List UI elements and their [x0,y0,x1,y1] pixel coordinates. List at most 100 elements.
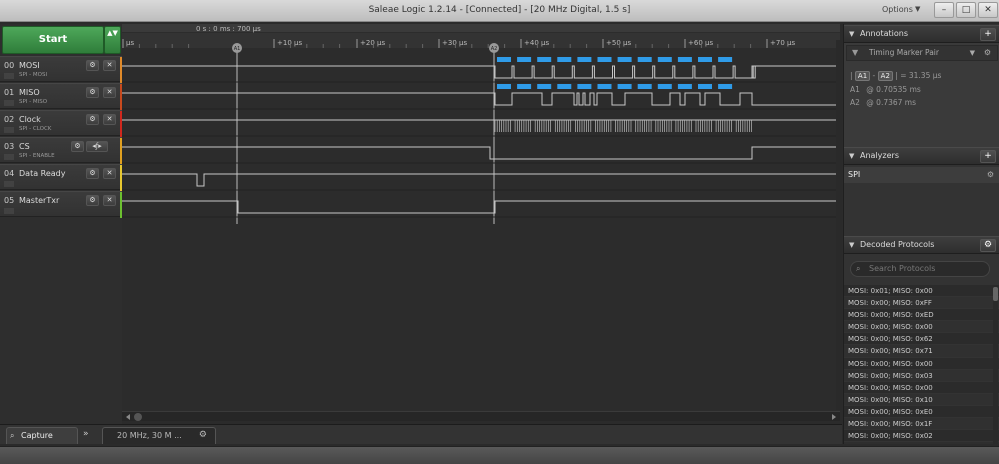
start-button[interactable]: Start [2,26,104,54]
scroll-left-icon [126,414,130,420]
decoded-row[interactable]: MOSI: 0x00; MISO: 0x00 [844,321,999,334]
drag-handle[interactable] [4,73,14,79]
decoded-row[interactable]: MOSI: 0x00; MISO: 0x03 [844,369,999,382]
channel-row[interactable]: 02 Clock SPI - CLOCK ⚙ ✕ [0,110,123,137]
drag-handle[interactable] [4,100,14,106]
decoded-row[interactable]: MOSI: 0x00; MISO: 0x10 [844,393,999,406]
chevron-down-icon[interactable]: ▼ [970,46,975,60]
channel-row[interactable]: 04 Data Ready ⚙ ✕ [0,164,123,191]
channel-number: 01 [4,88,15,97]
collapse-icon[interactable]: ▼ [849,237,854,253]
analyzer-item-spi[interactable]: SPI ⚙ [844,167,999,183]
decoded-row[interactable]: MOSI: 0x00; MISO: 0xFF [844,297,999,310]
gear-icon[interactable]: ⚙ [86,168,99,179]
vertical-scrollbar[interactable] [836,40,842,410]
gear-icon[interactable]: ⚙ [86,87,99,98]
minimize-button[interactable]: – [934,2,954,18]
delta-value: = 31.35 µs [900,71,942,80]
channel-name[interactable]: MasterTxr [19,196,59,205]
search-input[interactable]: ⌕ Search Protocols [850,261,990,277]
analyzer-label: SPI [848,170,861,179]
channel-row[interactable]: 01 MISO SPI - MISO ⚙ ✕ [0,83,123,110]
decoded-byte-marker [698,57,712,62]
decoded-byte-marker [517,57,532,62]
decoded-row[interactable]: MOSI: 0x00; MISO: 0x1F [844,418,999,431]
collapse-icon[interactable]: ▼ [849,148,854,164]
channel-subtitle: SPI - CLOCK [19,126,52,132]
decoded-row[interactable]: MOSI: 0x00; MISO: 0x71 [844,345,999,358]
channel-row[interactable]: 05 MasterTxr ⚙ ✕ [0,191,123,218]
trigger-icon[interactable]: ◂ƒ▸ [86,141,108,152]
decoded-row[interactable]: MOSI: 0x00; MISO: 0x62 [844,333,999,346]
annotations-header[interactable]: ▼ Annotations + [844,25,999,43]
channel-name[interactable]: CS [19,142,30,151]
channel-number: 05 [4,196,15,205]
tab-session[interactable]: 20 MHz, 30 M ... ⚙ [102,427,216,444]
gear-icon[interactable]: ⚙ [71,141,84,152]
drag-handle[interactable] [4,208,14,214]
decoded-byte-marker [597,57,612,62]
collapse-icon[interactable]: ▼ [849,26,854,42]
waveform-canvas[interactable]: 0 s : 0 ms : 700 µs µs +10 µs +20 µs +30 µs +… [122,24,840,412]
channel-row[interactable]: 03 CS SPI - ENABLE ⚙ ◂ƒ▸ [0,137,123,164]
decoded-byte-marker [557,57,572,62]
decoded-scrollbar[interactable] [993,285,998,444]
close-button[interactable]: ✕ [978,2,998,18]
timing-marker-pair[interactable]: ▼ Timing Marker Pair ▼ ⚙ [846,45,998,61]
drag-handle[interactable] [4,154,14,160]
decoded-row[interactable]: MOSI: 0x00; MISO: 0x02 [844,430,999,443]
more-tabs-button[interactable]: » [83,429,89,439]
close-icon[interactable]: ✕ [103,168,116,179]
waveform-area[interactable]: 0 s : 0 ms : 700 µs µs +10 µs +20 µs +30 µs +… [122,24,840,412]
decoded-byte-marker [537,84,552,89]
analyzers-header[interactable]: ▼ Analyzers + [844,147,999,165]
add-analyzer-button[interactable]: + [980,150,996,163]
decoded-byte-marker [577,57,592,62]
gear-icon[interactable]: ⚙ [984,46,991,60]
start-options-arrows[interactable]: ▲▼ [104,26,121,54]
tick-label: +70 µs [770,39,795,47]
gear-icon[interactable]: ⚙ [86,195,99,206]
search-placeholder: Search Protocols [869,264,936,273]
marker-a2-tag[interactable]: A2 [877,71,893,81]
gear-icon[interactable]: ⚙ [980,239,996,252]
gear-icon[interactable]: ⚙ [86,114,99,125]
channel-row[interactable]: 00 MOSI SPI - MOSI ⚙ ✕ [0,56,123,83]
channel-name[interactable]: MOSI [19,61,40,70]
tab-capture[interactable]: ⌕ Capture [6,427,78,444]
add-annotation-button[interactable]: + [980,28,996,41]
decoded-row[interactable]: MOSI: 0x01; MISO: 0x00 [844,285,999,298]
decoded-byte-marker [718,84,733,89]
channel-subtitle: SPI - ENABLE [19,153,55,159]
horizontal-scrollbar[interactable] [122,411,840,421]
decoded-protocols-list[interactable]: MOSI: 0x01; MISO: 0x00 MOSI: 0x00; MISO: … [844,285,999,444]
scroll-thumb[interactable] [993,287,998,301]
decoded-row[interactable]: MOSI: 0x00; MISO: 0xED [844,309,999,322]
close-icon[interactable]: ✕ [103,114,116,125]
channel-name[interactable]: MISO [19,88,40,97]
close-icon[interactable]: ✕ [103,195,116,206]
drag-handle[interactable] [4,181,14,187]
close-icon[interactable]: ✕ [103,87,116,98]
options-menu[interactable]: Options [882,5,913,14]
channel-panel: Start ▲▼ 00 MOSI SPI - MOSI ⚙ ✕ 01 MISO SPI - M… [0,24,123,424]
channel-number: 00 [4,61,15,70]
gear-icon[interactable]: ⚙ [199,428,207,443]
channel-name[interactable]: Clock [19,115,41,124]
options-dropdown-icon[interactable]: ▼ [915,5,920,13]
maximize-button[interactable]: □ [956,2,976,18]
decoded-row[interactable]: MOSI: 0x00; MISO: 0x00 [844,381,999,394]
close-icon[interactable]: ✕ [103,60,116,71]
decoded-row[interactable]: MOSI: 0x00; MISO: 0xE0 [844,405,999,419]
decoded-byte-marker [698,84,712,89]
decoded-protocols-header[interactable]: ▼ Decoded Protocols ⚙ [844,236,999,254]
decoded-row[interactable]: MOSI: 0x00; MISO: 0x00 [844,357,999,370]
marker-a1-tag[interactable]: A1 [854,71,871,81]
decoded-byte-marker [537,57,552,62]
decoded-byte-marker [637,84,652,89]
decoded-byte-marker [657,84,672,89]
gear-icon[interactable]: ⚙ [987,167,994,183]
gear-icon[interactable]: ⚙ [86,60,99,71]
channel-name[interactable]: Data Ready [19,169,65,178]
drag-handle[interactable] [4,127,14,133]
